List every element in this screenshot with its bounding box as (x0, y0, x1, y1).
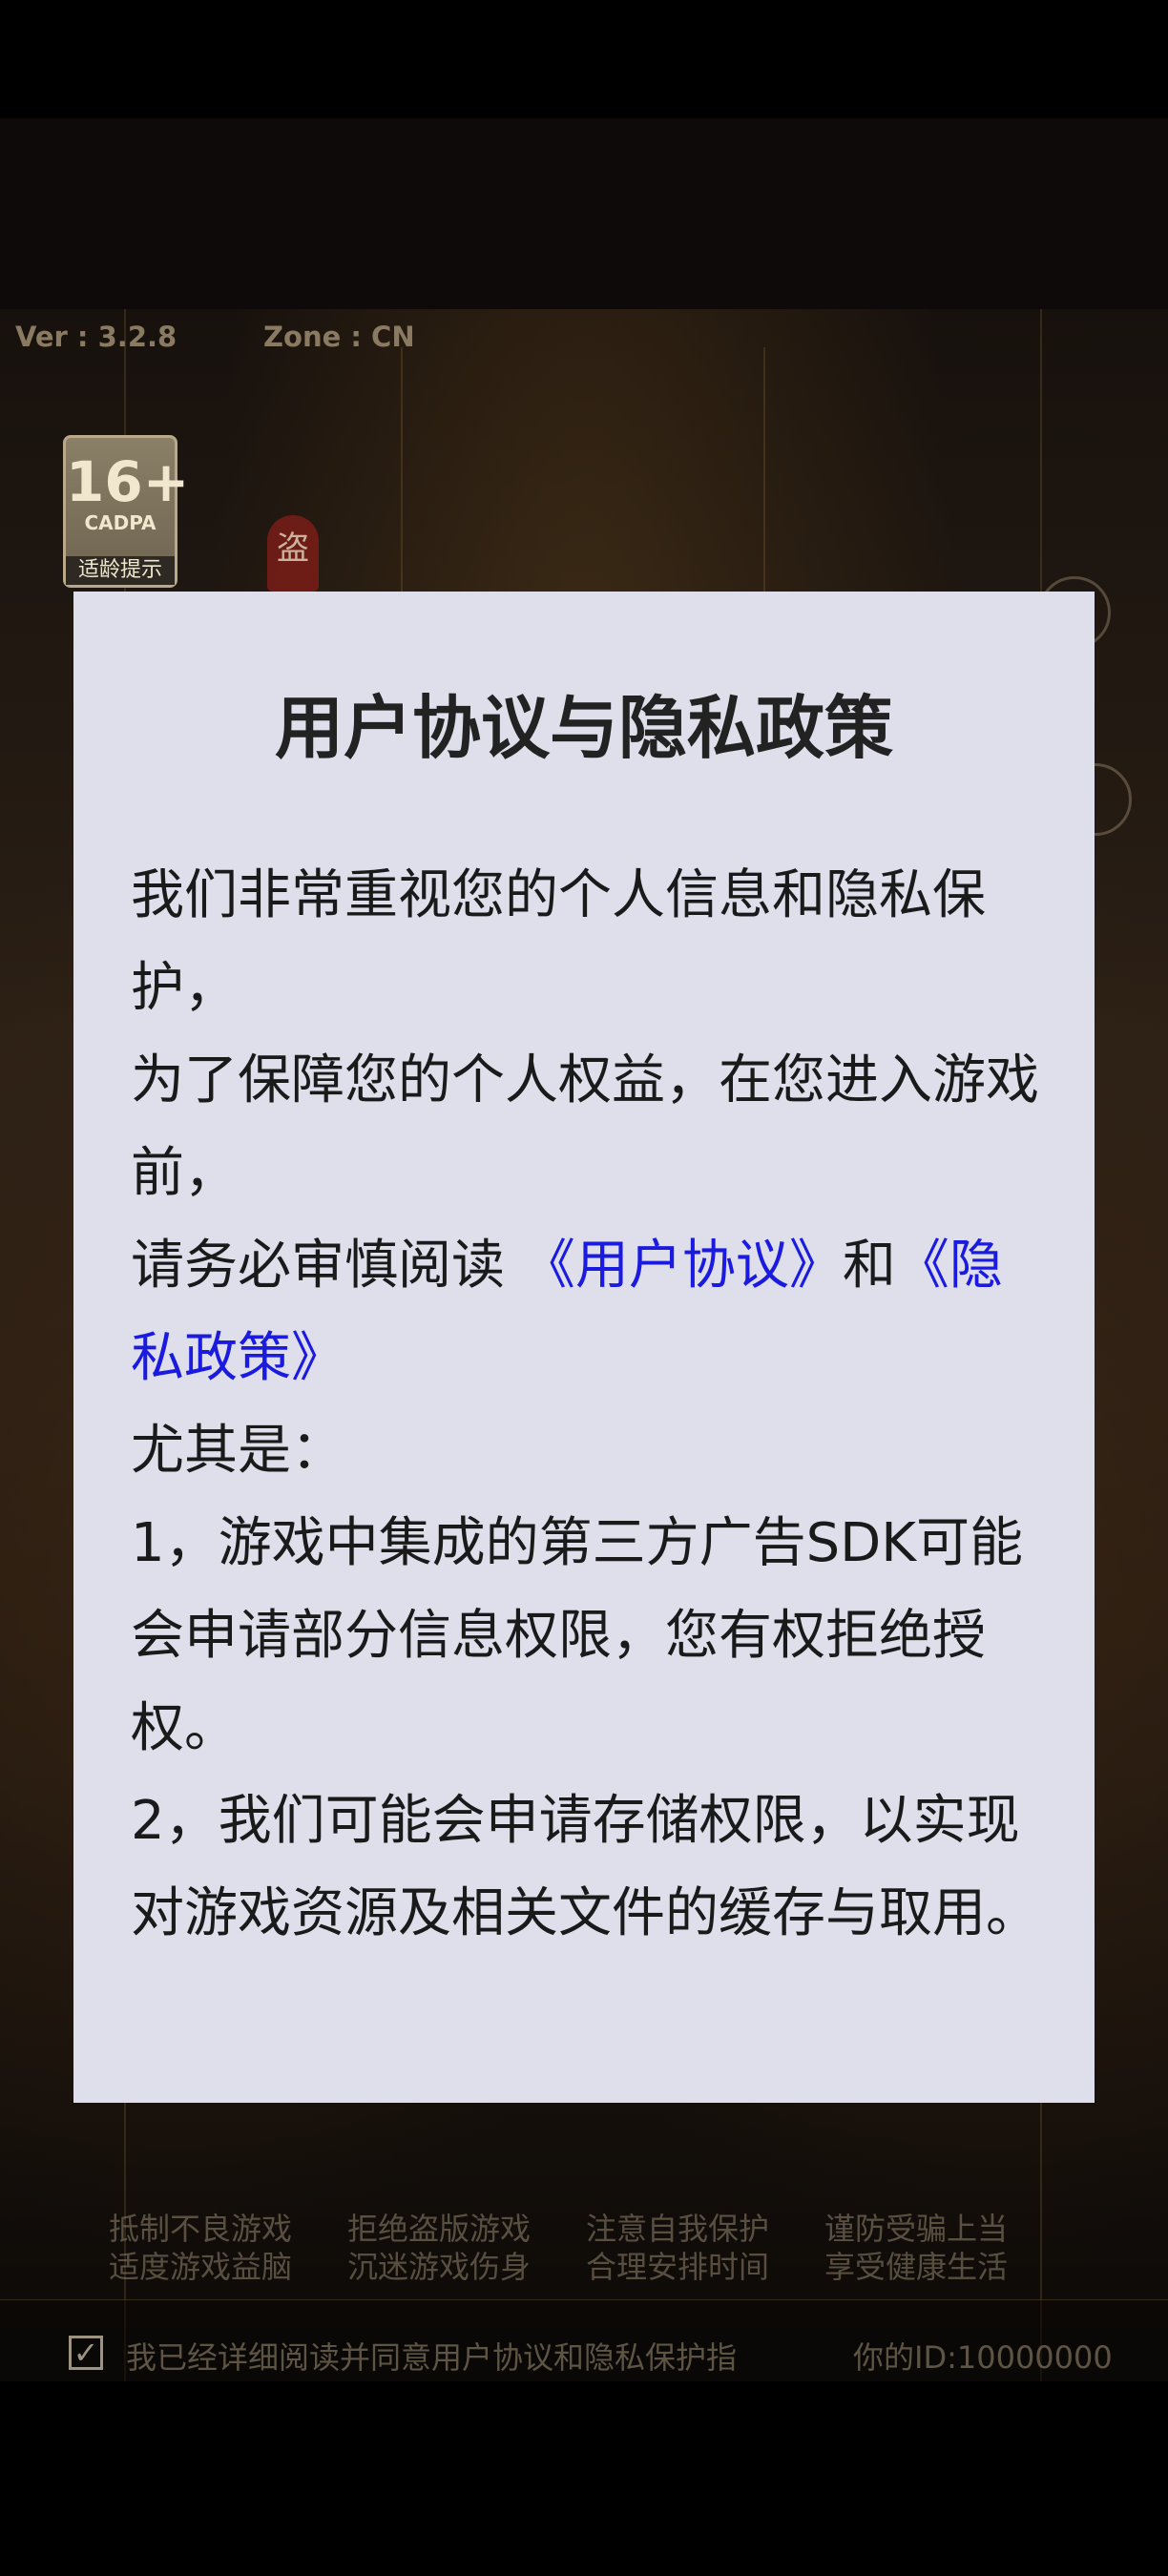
age-rating-tip: 适龄提示 (66, 556, 175, 585)
navigation-bar-area (0, 2381, 1168, 2576)
decor-line (763, 347, 765, 595)
age-rating-badge: 16+ CADPA 适龄提示 (63, 435, 190, 588)
notice-row: 适度游戏益脑 沉迷游戏伤身 合理安排时间 享受健康生活 (109, 2248, 1063, 2286)
notice-item: 享受健康生活 (824, 2249, 1009, 2285)
dialog-paragraph: 2，我们可能会申请存储权限，以实现对游戏资源及相关文件的缓存与取用。 (131, 1790, 1039, 1944)
notice-item: 合理安排时间 (586, 2249, 770, 2285)
dialog-text: 和 (842, 1235, 896, 1297)
status-bar-area (0, 0, 1168, 118)
notice-row: 抵制不良游戏 拒绝盗版游戏 注意自我保护 谨防受骗上当 (109, 2210, 1063, 2248)
dialog-paragraph: 1，游戏中集成的第三方广告SDK可能会申请部分信息权限，您有权拒绝授权。 (131, 1512, 1024, 1759)
decor-line (401, 347, 403, 595)
notice-item: 注意自我保护 (586, 2211, 770, 2247)
notice-item: 拒绝盗版游戏 (347, 2211, 532, 2247)
user-id-label: 你的ID:10000000 (853, 2339, 1113, 2376)
age-rating-org: CADPA (84, 511, 156, 534)
agree-checkbox[interactable]: ✓ (69, 2336, 103, 2370)
dialog-paragraph: 尤其是： (131, 1420, 344, 1482)
notice-item: 适度游戏益脑 (109, 2249, 293, 2285)
privacy-dialog: 用户协议与隐私政策 我们非常重视您的个人信息和隐私保护， 为了保障您的个人权益，… (73, 592, 1095, 2103)
game-logo-seal: 盗 (267, 515, 319, 592)
dialog-body: 我们非常重视您的个人信息和隐私保护， 为了保障您的个人权益，在您进入游戏前， 请… (131, 849, 1047, 1960)
health-gaming-notice: 抵制不良游戏 拒绝盗版游戏 注意自我保护 谨防受骗上当 适度游戏益脑 沉迷游戏伤… (109, 2210, 1063, 2286)
dialog-paragraph: 为了保障您的个人权益，在您进入游戏前， (131, 1049, 1039, 1204)
letterbox-band (0, 118, 1168, 309)
version-label: Ver : 3.2.8 (15, 321, 177, 353)
dialog-paragraph: 请务必审慎阅读 《用户协议》和《隐私政策》 (131, 1219, 1047, 1404)
notice-item: 抵制不良游戏 (109, 2211, 293, 2247)
age-rating-number: 16+ (66, 449, 190, 514)
agree-label[interactable]: 我已经详细阅读并同意用户协议和隐私保护指引 (126, 2334, 737, 2378)
notice-item: 沉迷游戏伤身 (347, 2249, 532, 2285)
dialog-paragraph: 我们非常重视您的个人信息和隐私保护， (131, 864, 986, 1019)
dialog-text: 请务必审慎阅读 (131, 1235, 522, 1297)
user-agreement-link[interactable]: 《用户协议》 (522, 1235, 843, 1297)
notice-item: 谨防受骗上当 (824, 2211, 1009, 2247)
dialog-title: 用户协议与隐私政策 (274, 688, 893, 768)
zone-label: Zone : CN (263, 321, 415, 353)
